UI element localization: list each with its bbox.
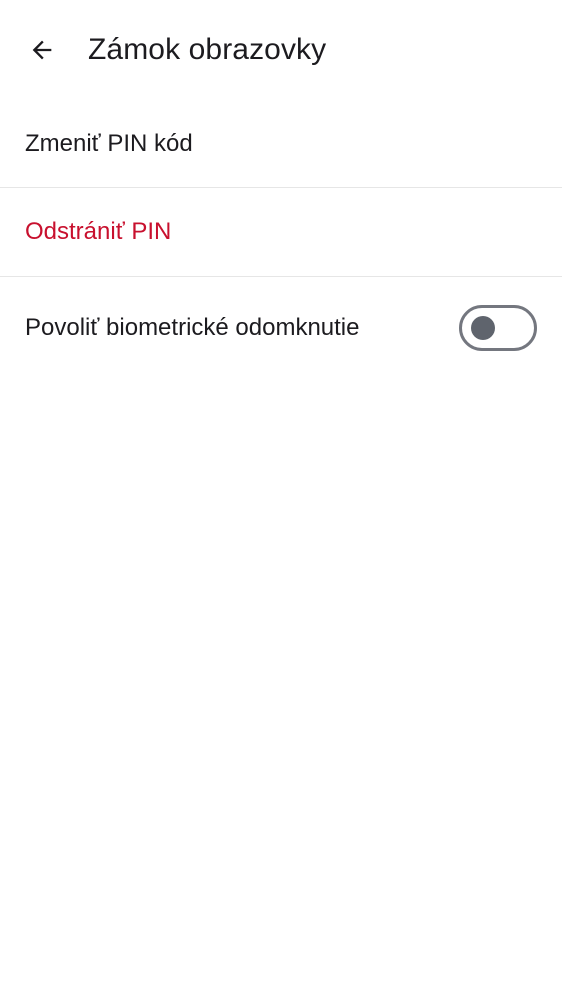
back-button[interactable] xyxy=(18,26,66,74)
remove-pin-item[interactable]: Odstrániť PIN xyxy=(0,188,562,276)
change-pin-item[interactable]: Zmeniť PIN kód xyxy=(0,100,562,187)
biometric-unlock-item[interactable]: Povoliť biometrické odomknutie xyxy=(0,277,562,378)
page-title: Zámok obrazovky xyxy=(88,33,327,66)
app-bar: Zámok obrazovky xyxy=(0,0,562,100)
remove-pin-label: Odstrániť PIN xyxy=(25,218,172,245)
biometric-unlock-label: Povoliť biometrické odomknutie xyxy=(25,313,360,341)
toggle-knob xyxy=(471,315,495,340)
settings-list: Zmeniť PIN kód Odstrániť PIN Povoliť bio… xyxy=(0,100,562,378)
biometric-toggle-switch[interactable] xyxy=(459,304,537,351)
change-pin-label: Zmeniť PIN kód xyxy=(25,129,193,157)
arrow-back-icon xyxy=(32,40,52,60)
